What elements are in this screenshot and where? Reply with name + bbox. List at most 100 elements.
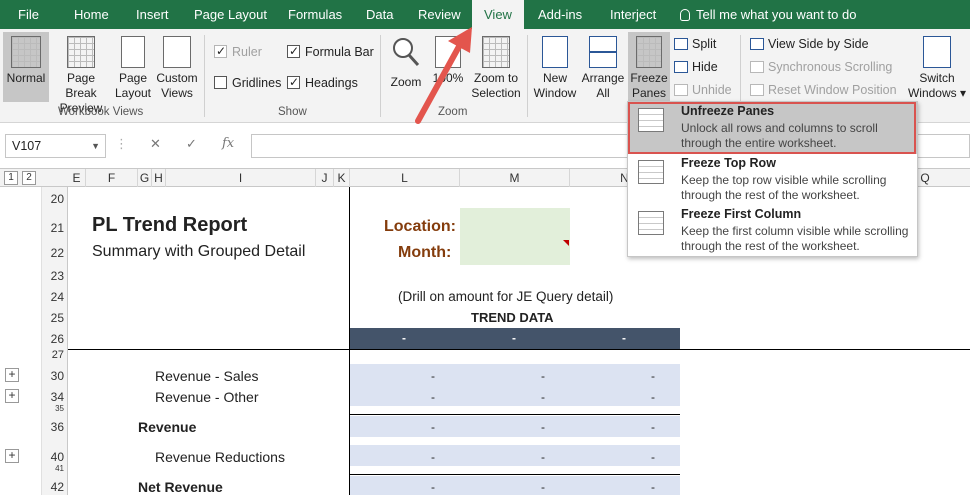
- ruler-label: Ruler: [232, 45, 262, 59]
- insert-function-icon[interactable]: fx: [222, 136, 234, 151]
- tab-add-ins[interactable]: Add-ins: [538, 0, 582, 29]
- reset-window-position-button[interactable]: Reset Window Position: [750, 82, 897, 98]
- value-cell[interactable]: -: [538, 450, 548, 464]
- row-header[interactable]: 26: [42, 332, 68, 346]
- row-header[interactable]: 41: [42, 465, 68, 473]
- value-cell[interactable]: -: [428, 369, 438, 383]
- normal-view-button[interactable]: Normal: [3, 32, 49, 102]
- tab-home[interactable]: Home: [74, 0, 109, 29]
- synchronous-scrolling-button[interactable]: Synchronous Scrolling: [750, 59, 892, 75]
- cancel-icon[interactable]: ✕: [150, 136, 161, 152]
- checkbox-box: [214, 76, 227, 89]
- unhide-button[interactable]: Unhide: [674, 82, 732, 98]
- value-cell[interactable]: -: [428, 450, 438, 464]
- row-header[interactable]: 42: [42, 480, 68, 494]
- page-layout-label-1: Page: [118, 71, 148, 85]
- custom-views-icon: [163, 36, 191, 68]
- expand-group-button[interactable]: +: [5, 389, 19, 403]
- ruler-checkbox[interactable]: Ruler: [214, 43, 262, 60]
- column-header-g[interactable]: G: [138, 169, 152, 187]
- zoom-selection-icon: [482, 36, 510, 68]
- view-side-by-side-button[interactable]: View Side by Side: [750, 36, 869, 52]
- location-month-input[interactable]: [460, 208, 570, 265]
- gridlines-checkbox[interactable]: Gridlines: [214, 75, 281, 91]
- drill-note: (Drill on amount for JE Query detail): [398, 289, 614, 304]
- tab-file[interactable]: File: [18, 0, 39, 29]
- subtotal-rule: [350, 414, 680, 415]
- row-header[interactable]: 24: [42, 290, 68, 304]
- row-header[interactable]: 36: [42, 420, 68, 434]
- freeze-panes-button[interactable]: Freeze Panes ▾: [628, 32, 670, 115]
- value-cell[interactable]: -: [648, 420, 658, 434]
- value-cell[interactable]: -: [538, 369, 548, 383]
- tab-interject[interactable]: Interject: [610, 0, 656, 29]
- row-header[interactable]: 20: [42, 192, 68, 206]
- split-button[interactable]: Split: [674, 36, 716, 52]
- new-window-button[interactable]: New Window: [532, 32, 578, 102]
- row-header[interactable]: 27: [42, 349, 68, 361]
- menu-item-freeze-first-column[interactable]: Freeze First Column Keep the first colum…: [628, 205, 917, 256]
- value-cell[interactable]: -: [538, 390, 548, 404]
- enter-icon[interactable]: ✓: [186, 136, 197, 152]
- row-header[interactable]: 35: [42, 405, 68, 413]
- column-header-k[interactable]: K: [334, 169, 350, 187]
- arrange-all-button[interactable]: Arrange All: [580, 32, 626, 102]
- column-header-f[interactable]: F: [86, 169, 138, 187]
- column-header-m[interactable]: M: [460, 169, 570, 187]
- outline-level-2-button[interactable]: 2: [22, 171, 36, 185]
- value-cell[interactable]: -: [648, 450, 658, 464]
- outline-level-1-button[interactable]: 1: [4, 171, 18, 185]
- tell-me-box[interactable]: Tell me what you want to do: [680, 0, 856, 29]
- hide-button[interactable]: Hide: [674, 59, 718, 75]
- row-header[interactable]: 40: [42, 450, 68, 464]
- switch-windows-button[interactable]: Switch Windows ▾: [906, 32, 968, 102]
- normal-view-label: Normal: [6, 71, 46, 85]
- expand-group-button[interactable]: +: [5, 449, 19, 463]
- row-header[interactable]: 25: [42, 311, 68, 325]
- annotation-arrow-icon: [415, 27, 472, 124]
- tab-data[interactable]: Data: [366, 0, 393, 29]
- more-icon: ⋮: [115, 136, 128, 151]
- row-header[interactable]: 30: [42, 369, 68, 383]
- value-cell[interactable]: -: [428, 480, 438, 494]
- detail-band: [350, 364, 680, 406]
- tab-formulas[interactable]: Formulas: [288, 0, 342, 29]
- formula-bar-checkbox[interactable]: Formula Bar: [287, 43, 374, 60]
- name-box-value: V107: [12, 139, 42, 153]
- freeze-panes-icon: [636, 36, 662, 68]
- row-header[interactable]: 22: [42, 246, 68, 260]
- name-box[interactable]: V107 ▼: [5, 134, 106, 158]
- column-header-h[interactable]: H: [152, 169, 166, 187]
- lightbulb-icon: [680, 9, 690, 21]
- value-cell[interactable]: -: [648, 390, 658, 404]
- column-header-j[interactable]: J: [316, 169, 334, 187]
- custom-views-button[interactable]: Custom Views: [155, 32, 199, 102]
- expand-group-button[interactable]: +: [5, 368, 19, 382]
- row-header-bar: 20 21 22 23 24 25 26 27 30 34 35 36 40 4…: [42, 187, 68, 495]
- row-header[interactable]: 23: [42, 269, 68, 283]
- headings-checkbox[interactable]: Headings: [287, 74, 358, 91]
- hide-window-icon: [674, 61, 688, 73]
- value-cell[interactable]: -: [538, 420, 548, 434]
- tab-insert[interactable]: Insert: [136, 0, 169, 29]
- custom-views-label-1: Custom: [156, 71, 198, 85]
- tab-page-layout[interactable]: Page Layout: [194, 0, 267, 29]
- group-label-workbook-views: Workbook Views: [58, 106, 144, 118]
- excel-window: File Home Insert Page Layout Formulas Da…: [0, 0, 970, 495]
- value-cell[interactable]: -: [428, 420, 438, 434]
- header-dash: -: [402, 331, 406, 345]
- value-cell[interactable]: -: [538, 480, 548, 494]
- row-header[interactable]: 34: [42, 390, 68, 404]
- value-cell[interactable]: -: [648, 369, 658, 383]
- row-header[interactable]: 21: [42, 221, 68, 235]
- column-header-i[interactable]: I: [166, 169, 316, 187]
- page-break-preview-button[interactable]: Page Break Preview: [51, 32, 111, 115]
- chevron-down-icon[interactable]: ▼: [91, 135, 100, 157]
- value-cell[interactable]: -: [428, 390, 438, 404]
- value-cell[interactable]: -: [648, 480, 658, 494]
- column-header-l[interactable]: L: [350, 169, 460, 187]
- frozen-row-divider: [68, 349, 970, 350]
- column-header-e[interactable]: E: [68, 169, 86, 187]
- menu-item-freeze-top-row[interactable]: Freeze Top Row Keep the top row visible …: [628, 154, 917, 205]
- page-layout-view-button[interactable]: Page Layout: [113, 32, 153, 102]
